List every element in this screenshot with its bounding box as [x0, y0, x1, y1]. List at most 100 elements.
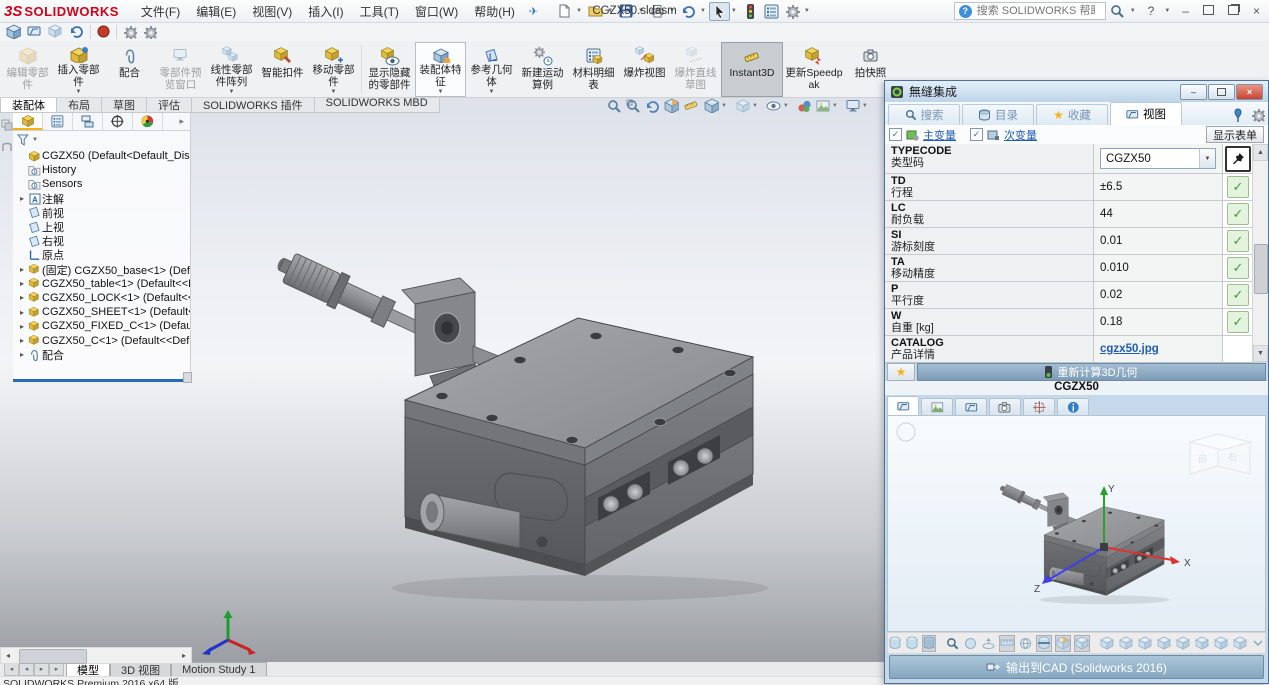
edit-appearance-icon[interactable] — [797, 99, 811, 113]
tab-sketch[interactable]: 草图 — [101, 96, 146, 113]
view-cube-back-icon[interactable] — [1118, 635, 1134, 652]
zoom-area-icon[interactable] — [626, 99, 640, 113]
menu-insert[interactable]: 插入(I) — [300, 1, 351, 22]
search-caret[interactable]: ▼ — [1130, 8, 1136, 14]
dimxpertmanager-tab[interactable] — [103, 113, 133, 130]
tab-scroll-last[interactable]: ▸ — [49, 662, 64, 676]
preview-tab-dimensions[interactable] — [1023, 398, 1055, 415]
ribbon-mate[interactable]: 配合 — [104, 42, 155, 97]
tab-scroll-first[interactable]: ◂ — [4, 662, 19, 676]
zoom-fit-icon[interactable] — [607, 99, 621, 113]
view-orientation-icon[interactable]: ▼ — [704, 98, 730, 113]
print-button[interactable] — [647, 2, 668, 21]
dropdown-caret[interactable]: ▼ — [1199, 149, 1215, 168]
favorite-star-button[interactable]: ★ — [887, 363, 915, 381]
horizontal-scrollbar[interactable]: ◂ ▸ — [0, 647, 192, 664]
ribbon-assembly-features[interactable]: 装配体特征▼ — [415, 42, 466, 97]
view-cube-iso1-icon[interactable] — [1213, 635, 1229, 652]
model-3d[interactable] — [190, 96, 884, 662]
help-search-input[interactable] — [975, 4, 1097, 18]
catalog-link[interactable]: cgzx50.jpg — [1100, 343, 1159, 355]
table-scrollbar[interactable]: ▲ ▼ — [1252, 144, 1268, 362]
hide-show-items-icon[interactable]: ▼ — [766, 99, 792, 113]
tree-item-top-plane[interactable]: 上视 — [13, 220, 190, 234]
print-caret[interactable]: ▼ — [669, 8, 675, 14]
view-cube-iso2-icon[interactable] — [1232, 635, 1248, 652]
search-icon[interactable] — [1110, 4, 1125, 19]
display-shaded-edges-icon[interactable] — [922, 635, 936, 652]
tab-scroll-next[interactable]: ▸ — [34, 662, 49, 676]
preview-turntable-icon[interactable] — [981, 635, 996, 652]
recalculate-3d-button[interactable]: 重新计算3D几何 — [917, 363, 1266, 381]
filter-funnel-icon[interactable] — [17, 134, 29, 146]
apply-scene-icon[interactable]: ▼ — [816, 99, 841, 113]
tab-scroll-prev[interactable]: ◂ — [19, 662, 34, 676]
displaymanager-tab[interactable] — [133, 113, 163, 130]
menu-file[interactable]: 文件(F) — [133, 1, 188, 22]
si-confirm-button[interactable]: ✓ — [1227, 230, 1249, 252]
panel-minimize-button[interactable]: – — [1180, 84, 1207, 100]
section-view-icon[interactable] — [664, 98, 679, 113]
tree-item-table[interactable]: ▸CGZX50_table<1> (Default<<Defa — [13, 277, 190, 291]
component-tool-icon[interactable] — [6, 24, 21, 39]
panel-title-bar[interactable]: 無缝集成 – × — [885, 81, 1268, 103]
tab-3d-views[interactable]: 3D 视图 — [110, 662, 171, 676]
panel-tab-search[interactable]: 搜索 — [888, 104, 960, 125]
tree-tabs-overflow[interactable]: ▸ — [163, 113, 190, 130]
ribbon-move-component[interactable]: 移动零部件▼ — [308, 42, 359, 97]
table-scroll-up[interactable]: ▲ — [1253, 144, 1268, 161]
si-value[interactable]: 0.01 — [1093, 228, 1222, 254]
ribbon-instant3d[interactable]: Instant3D — [721, 42, 783, 97]
propertymanager-tab[interactable] — [43, 113, 73, 130]
ribbon-smart-fasteners[interactable]: 智能扣件 — [257, 42, 308, 97]
panel-tab-catalog[interactable]: 目录 — [962, 104, 1034, 125]
display-style-icon[interactable]: ▼ — [735, 98, 761, 113]
save-button[interactable] — [616, 2, 637, 21]
tab-solidworks-mbd[interactable]: SOLIDWORKS MBD — [314, 96, 440, 113]
preview-zoom-icon[interactable] — [945, 635, 960, 652]
ribbon-linear-pattern[interactable]: 线性零部件阵列▼ — [206, 42, 257, 97]
select-tool-button[interactable] — [709, 2, 730, 21]
tree-item-history[interactable]: History — [13, 163, 190, 177]
view-cube-front-icon[interactable] — [1099, 635, 1115, 652]
new-document-button[interactable] — [554, 2, 575, 21]
p-confirm-button[interactable]: ✓ — [1227, 284, 1249, 306]
previous-view-icon[interactable] — [645, 99, 659, 113]
view-cube-bottom-icon[interactable] — [1194, 635, 1210, 652]
show-form-button[interactable]: 显示表单 — [1206, 126, 1264, 143]
tab-evaluate[interactable]: 评估 — [146, 96, 191, 113]
preview-measure-icon[interactable] — [999, 635, 1015, 652]
preview-render-icon[interactable] — [963, 635, 978, 652]
tab-solidworks-addins[interactable]: SOLIDWORKS 插件 — [191, 96, 314, 113]
preview-tab-image[interactable] — [921, 398, 953, 415]
tree-root[interactable]: CGZX50 (Default<Default_Display Stat — [13, 149, 190, 163]
view-cube-left-icon[interactable] — [1137, 635, 1153, 652]
undo-button[interactable] — [678, 2, 699, 21]
filter-caret[interactable]: ▼ — [32, 137, 38, 143]
options-caret[interactable]: ▼ — [804, 8, 810, 14]
ta-confirm-button[interactable]: ✓ — [1227, 257, 1249, 279]
export-to-cad-button[interactable]: 输出到CAD (Solidworks 2016) — [889, 655, 1264, 679]
help-menu-button[interactable]: ? — [1143, 4, 1160, 18]
preview-section-icon[interactable] — [1036, 635, 1052, 652]
tree-item-sensors[interactable]: Sensors — [13, 177, 190, 191]
panel-pin-icon[interactable] — [1231, 108, 1243, 122]
view-cube-right-icon[interactable] — [1156, 635, 1172, 652]
secondary-variable-link[interactable]: 次变量 — [1004, 127, 1037, 143]
tree-item-c[interactable]: ▸CGZX50_C<1> (Default<<Default> — [13, 333, 190, 347]
menu-help[interactable]: 帮助(H) — [466, 1, 523, 22]
preview-tab-photo[interactable] — [989, 398, 1021, 415]
preview-viewport[interactable]: 前 右 Y X Z — [887, 415, 1266, 632]
preview-view-cube[interactable]: 前 右 — [1190, 434, 1250, 474]
primary-variable-checkbox[interactable]: ✓ — [889, 128, 902, 141]
ribbon-insert-component[interactable]: 插入零部件▼ — [53, 42, 104, 97]
preview-iso-view-icon[interactable] — [1074, 635, 1090, 652]
ribbon-show-hidden-components[interactable]: 显示隐藏的零部件 — [364, 42, 415, 97]
minimize-button[interactable]: – — [1177, 4, 1194, 18]
ribbon-update-speedpak[interactable]: 更新Speedpak — [783, 42, 845, 97]
menu-window[interactable]: 窗口(W) — [407, 1, 466, 22]
table-scroll-thumb[interactable] — [1254, 244, 1268, 294]
appearance-red-icon[interactable] — [97, 25, 110, 38]
view-settings-icon[interactable]: ▼ — [846, 99, 871, 113]
collapsed-panel-icon-2[interactable] — [1, 141, 13, 153]
